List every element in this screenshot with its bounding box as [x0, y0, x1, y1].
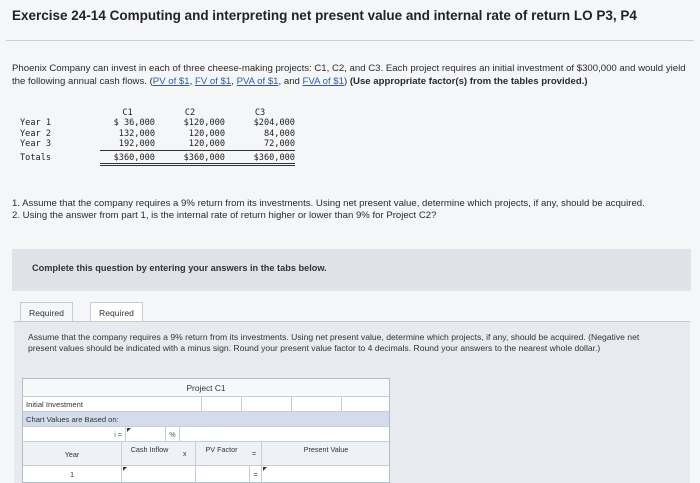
link-pv-of-1[interactable]: PV of $1 — [153, 76, 190, 87]
input-marker-icon — [123, 467, 127, 471]
initial-investment-input-b[interactable] — [241, 397, 291, 412]
initial-investment-input-d[interactable] — [341, 397, 390, 412]
rate-label: i = — [114, 430, 122, 439]
intro-instruction: (Use appropriate factor(s) from the tabl… — [349, 75, 588, 87]
col-header-c1: C1 — [122, 108, 133, 118]
table-row: Year 2 132,000 120,000 84,000 — [20, 128, 295, 139]
intro-paragraph: Phoenix Company can invest in each of th… — [12, 63, 686, 87]
worksheet-title: Project C1 — [23, 379, 389, 397]
initial-investment-label: Initial Investment — [26, 400, 83, 409]
chart-values-row: Chart Values are Based on: — [23, 412, 389, 427]
table-row: Year 1 $ 36,000 $120,000 $204,000 — [20, 118, 295, 129]
input-marker-icon — [263, 467, 267, 471]
link-pva-of-1[interactable]: PVA of $1 — [237, 76, 279, 87]
worksheet-header-row: Year Cash Inflow x PV Factor = Present V… — [23, 442, 389, 466]
questions: 1. Assume that the company requires a 9%… — [12, 198, 692, 222]
instruction-banner-text: Complete this question by entering your … — [32, 263, 327, 273]
equals-sign: = — [252, 451, 257, 458]
initial-investment-row: Initial Investment — [23, 397, 389, 412]
pv-factor-input[interactable] — [195, 466, 249, 483]
title-divider — [6, 40, 694, 41]
col-header-c2: C2 — [184, 108, 196, 118]
cash-flow-table: C1 C2 C3 Year 1 $ 36,000 $120,000 $204,0… — [20, 108, 295, 167]
cash-inflow-input[interactable] — [121, 466, 195, 483]
question-1: 1. Assume that the company requires a 9%… — [12, 198, 645, 209]
chart-values-label: Chart Values are Based on: — [26, 415, 119, 424]
times-sign: x — [183, 451, 187, 458]
table-row: Year 3 192,000 120,000 72,000 — [20, 139, 295, 151]
year-cell: 1 — [69, 470, 75, 479]
page-title: Exercise 24-14 Computing and interpretin… — [12, 8, 637, 23]
present-value-input[interactable] — [261, 466, 390, 483]
col-present-value: Present Value — [261, 442, 390, 466]
input-marker-icon — [127, 428, 131, 432]
link-fva-of-1[interactable]: FVA of $1 — [303, 76, 344, 87]
page: Exercise 24-14 Computing and interpretin… — [0, 0, 700, 483]
row-equals-sign: = — [249, 466, 261, 483]
rate-row: i = % — [23, 427, 389, 442]
col-cash-inflow: Cash Inflow — [121, 442, 177, 466]
instruction-banner: Complete this question by entering your … — [12, 249, 691, 291]
question-2: 2. Using the answer from part 1, is the … — [12, 210, 437, 221]
col-pv-factor: PV Factor — [195, 442, 247, 466]
percent-sign: % — [165, 427, 179, 442]
col-header-c3: C3 — [254, 108, 266, 118]
rate-input[interactable] — [125, 427, 165, 442]
col-year: Year — [64, 450, 80, 459]
table-row: 1 = — [23, 466, 389, 483]
tab-required-2[interactable]: Required 2 — [90, 302, 143, 338]
initial-investment-input-a[interactable] — [201, 397, 241, 412]
tab-required-1[interactable]: Required 1 — [20, 302, 73, 338]
link-fv-of-1[interactable]: FV of $1 — [195, 76, 231, 87]
tab-instructions: Assume that the company requires a 9% re… — [28, 332, 640, 353]
totals-row: Totals $360,000 $360,000 $360,000 — [20, 150, 295, 167]
initial-investment-input-c[interactable] — [291, 397, 341, 412]
project-c1-worksheet: Project C1 Initial Investment Chart Valu… — [22, 378, 390, 483]
